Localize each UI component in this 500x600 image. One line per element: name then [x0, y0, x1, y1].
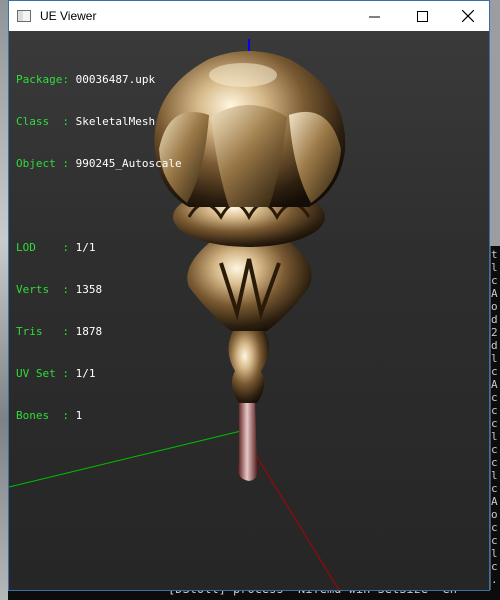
info-label: UV Set : [16, 367, 69, 380]
info-row-uvset: UV Set : 1/1 [16, 367, 182, 381]
close-button[interactable] [445, 1, 491, 31]
info-row-verts: Verts : 1358 [16, 283, 182, 297]
desktop-background [0, 0, 8, 600]
info-row-package: Package: 00036487.upk [16, 73, 182, 87]
info-label: Tris : [16, 325, 69, 338]
ue-viewer-window[interactable]: UE Viewer Package: 00036487.upk Class: … [8, 0, 490, 591]
mesh-neck [228, 331, 270, 403]
info-label: Package: [16, 73, 69, 86]
info-label: Bones : [16, 409, 69, 422]
info-row-lod: LOD : 1/1 [16, 241, 182, 255]
info-row-class: Class : SkeletalMesh [16, 115, 182, 129]
info-label: Object : [16, 157, 69, 170]
mesh-collar [187, 235, 312, 331]
info-value: 1358 [75, 283, 103, 296]
info-value: 1 [75, 409, 83, 422]
mesh-dome-highlight [209, 63, 277, 87]
minimize-icon [368, 16, 380, 17]
info-row-bones: Bones : 1 [16, 409, 182, 423]
info-value: 1878 [75, 325, 103, 338]
close-icon [462, 10, 474, 22]
mesh-info-overlay: Package: 00036487.upk Class : SkeletalMe… [16, 45, 182, 451]
info-label: Verts : [16, 283, 69, 296]
info-value: 990245_Autoscale [75, 157, 182, 170]
info-label: LOD : [16, 241, 69, 254]
app-window-icon [17, 10, 31, 22]
maximize-button[interactable] [399, 1, 445, 31]
info-value: 00036487.upk [75, 73, 156, 86]
minimize-button[interactable] [351, 1, 397, 31]
3d-viewport[interactable]: Package: 00036487.upk Class : SkeletalMe… [9, 31, 489, 590]
maximize-icon [416, 10, 428, 22]
info-row-tris: Tris : 1878 [16, 325, 182, 339]
console-text-fragment: t l c A o d 2 d l c A c c c l c c l c A … [491, 248, 498, 586]
window-title: UE Viewer [40, 9, 97, 23]
info-value: SkeletalMesh [75, 115, 156, 128]
info-row-object: Object : 990245_Autoscale [16, 157, 182, 171]
info-value: 1/1 [75, 241, 96, 254]
title-bar[interactable]: UE Viewer [9, 1, 489, 31]
info-label: Class : [16, 115, 69, 128]
mesh-handle [238, 403, 258, 481]
info-value: 1/1 [75, 367, 96, 380]
